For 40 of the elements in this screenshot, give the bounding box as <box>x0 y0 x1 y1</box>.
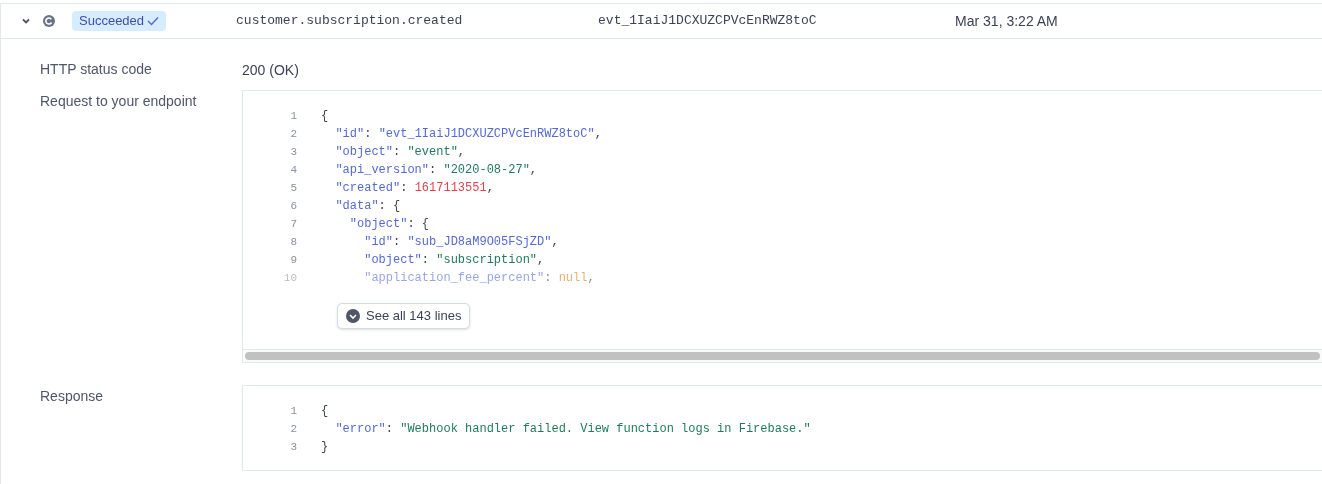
event-id: evt_1IaiJ1DCXUZCPVcEnRWZ8toC <box>598 12 818 31</box>
code-line: "object": { <box>348 216 430 233</box>
see-all-lines-button[interactable]: See all 143 lines <box>337 303 471 329</box>
line-number: 7 <box>289 216 297 232</box>
chevron-down-circle-icon <box>346 309 360 323</box>
code-line: "object": "subscription", <box>363 252 545 269</box>
code-line: { <box>321 108 329 125</box>
detail-label: Request to your endpoint <box>39 92 198 111</box>
code-line: { <box>321 403 329 420</box>
line-number: 2 <box>289 126 297 142</box>
code-line: "id": "evt_1IaiJ1DCXUZCPVcEnRWZ8toC", <box>334 126 602 143</box>
line-number: 8 <box>289 234 297 250</box>
detail-value: 200 (OK) <box>242 62 299 78</box>
code-line: } <box>321 439 329 456</box>
scrollbar[interactable] <box>245 352 1320 360</box>
detail-label: Response <box>39 387 105 406</box>
event-time: Mar 31, 3:22 AM <box>955 11 1058 31</box>
line-number: 1 <box>289 403 297 419</box>
code-line: "object": "event", <box>334 144 466 161</box>
chevron-icon <box>21 16 31 26</box>
code-line: "error": "Webhook handler failed. View function logs in Firebase." <box>334 421 811 438</box>
code-line: "id": "sub_JD8aM9O05FSjZD", <box>363 234 559 251</box>
resend-icon <box>43 15 55 27</box>
status-badge: Succeeded <box>72 11 167 31</box>
line-number: 5 <box>289 180 297 196</box>
code-line: "application_fee_percent": null, <box>363 270 595 287</box>
code-line: "created": 1617113551, <box>334 180 494 197</box>
code-line: "api_version": "2020-08-27", <box>334 162 538 179</box>
line-number: 4 <box>289 162 297 178</box>
line-number: 3 <box>289 439 297 455</box>
check-icon <box>147 16 160 26</box>
line-number: 10 <box>283 270 297 286</box>
line-number: 1 <box>289 108 297 124</box>
event-type: customer.subscription.created <box>236 12 464 31</box>
line-number: 9 <box>289 252 297 268</box>
line-number: 3 <box>289 144 297 160</box>
line-number: 2 <box>289 421 297 437</box>
line-number: 6 <box>289 198 297 214</box>
code-line: "data": { <box>334 198 401 215</box>
detail-label: HTTP status code <box>39 60 153 79</box>
